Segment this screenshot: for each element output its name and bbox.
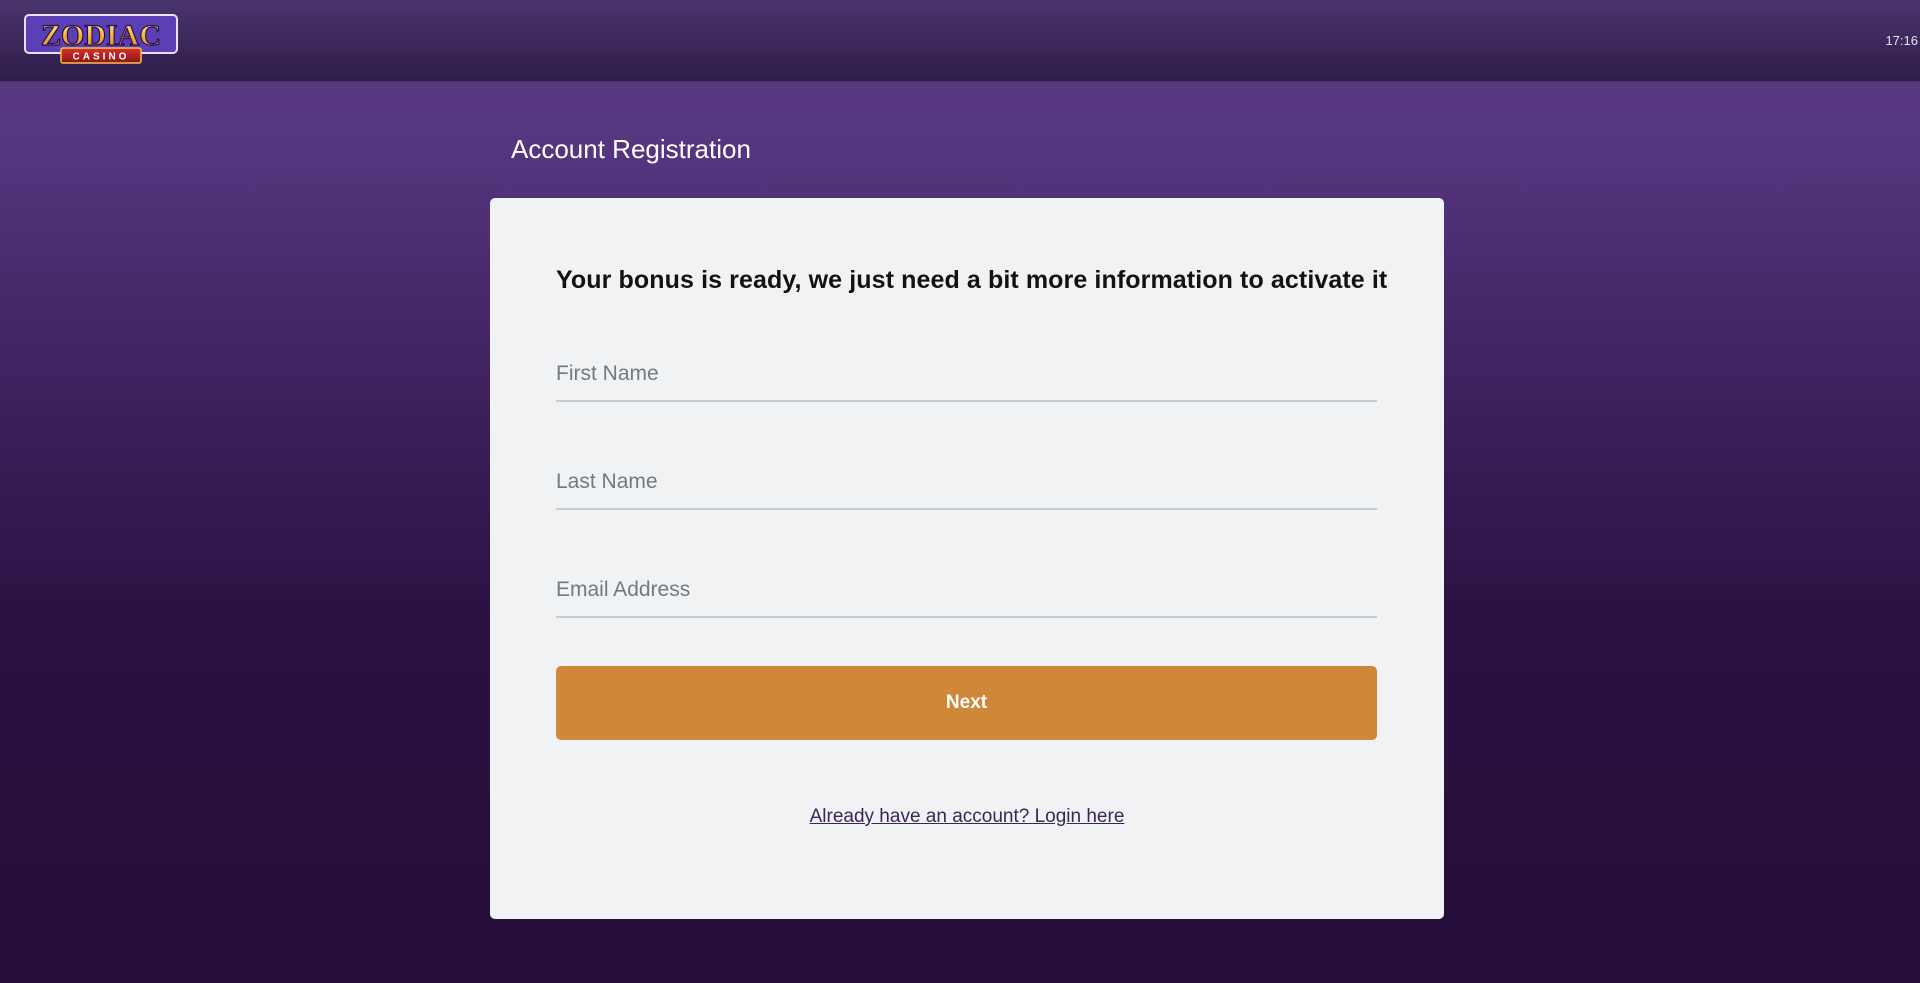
last-name-input[interactable] xyxy=(556,464,1377,510)
clock-time: 17:16 xyxy=(1885,33,1918,48)
login-link[interactable]: Already have an account? Login here xyxy=(490,806,1444,828)
logo-text-main: ZODIAC xyxy=(41,19,161,52)
bonus-heading: Your bonus is ready, we just need a bit … xyxy=(556,266,1388,294)
page-title: Account Registration xyxy=(511,134,751,164)
registration-card: Your bonus is ready, we just need a bit … xyxy=(490,198,1444,919)
logo-text-sub: CASINO xyxy=(73,52,130,63)
next-button[interactable]: Next xyxy=(556,666,1377,740)
zodiac-casino-logo[interactable]: ZODIAC CASINO xyxy=(24,14,178,65)
email-input[interactable] xyxy=(556,572,1377,618)
top-bar: ZODIAC CASINO 17:16 xyxy=(0,0,1920,82)
logo-graphic: ZODIAC CASINO xyxy=(24,14,178,64)
first-name-input[interactable] xyxy=(556,356,1377,402)
